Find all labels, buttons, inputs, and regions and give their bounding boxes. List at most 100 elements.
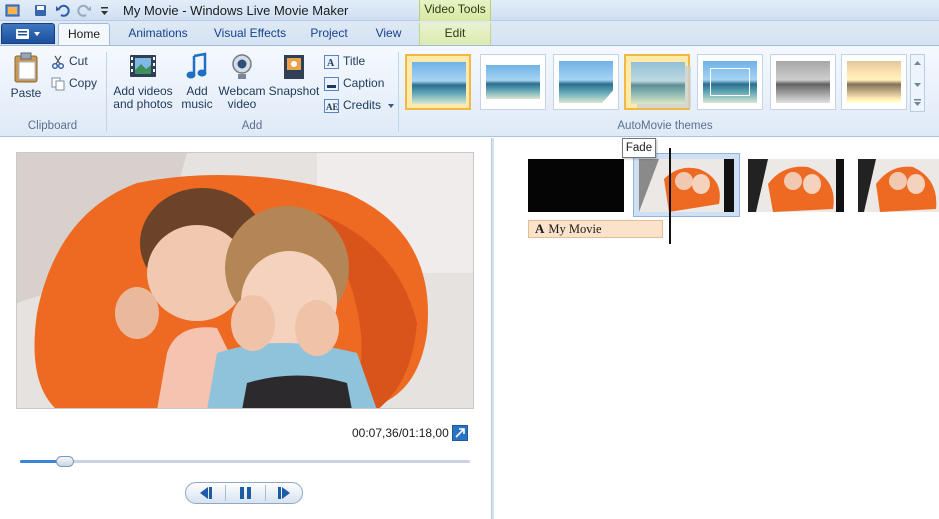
preview-pane: 00:07,36/01:18,00 — [0, 138, 491, 519]
timecode-readout: 00:07,36/01:18,00 — [352, 426, 449, 440]
clip-thumbnail — [858, 159, 939, 212]
add-music-label-2: music — [181, 97, 213, 111]
cut-label: Cut — [69, 54, 88, 68]
svg-text:AE: AE — [326, 102, 339, 112]
tab-edit[interactable]: Edit — [419, 23, 491, 45]
webcam-video-button[interactable]: Webcam video — [218, 52, 266, 111]
copy-button[interactable]: Copy — [51, 74, 97, 92]
redo-icon[interactable] — [77, 3, 92, 18]
theme-thumbnail — [776, 61, 830, 103]
gallery-scroll-arrows-icon — [914, 61, 921, 106]
title-bar: My Movie - Windows Live Movie Maker Vide… — [0, 0, 939, 21]
tab-visual-effects[interactable]: Visual Effects — [206, 23, 294, 45]
theme-thumbnail — [703, 61, 757, 103]
playback-controls — [185, 482, 303, 504]
save-icon[interactable] — [33, 3, 48, 18]
theme-thumbnail — [847, 61, 901, 103]
video-clip-2[interactable] — [748, 159, 844, 212]
scissors-icon — [52, 55, 64, 69]
undo-icon[interactable] — [55, 3, 70, 18]
video-clip-3[interactable] — [858, 159, 939, 212]
title-button[interactable]: A Title — [324, 52, 365, 70]
theme-cinematic[interactable] — [553, 54, 619, 110]
cut-button[interactable]: Cut — [51, 52, 88, 70]
add-videos-label-2: and photos — [113, 97, 173, 111]
caption-text: My Movie — [548, 222, 602, 236]
theme-thumbnail — [559, 61, 613, 103]
music-note-icon — [186, 52, 207, 79]
seek-thumb[interactable] — [56, 456, 74, 467]
next-frame-button[interactable] — [265, 483, 304, 503]
tab-home[interactable]: Home — [58, 23, 110, 45]
group-divider — [398, 52, 399, 132]
credits-button[interactable]: AE Credits — [324, 96, 399, 114]
copy-label: Copy — [69, 76, 98, 90]
tab-project[interactable]: Project — [303, 23, 355, 45]
themes-scroll-control[interactable] — [910, 54, 925, 112]
tab-view[interactable]: View — [366, 23, 411, 45]
theme-pan-zoom[interactable] — [697, 54, 763, 110]
title-icon: A — [324, 54, 339, 69]
window-title: My Movie - Windows Live Movie Maker — [123, 3, 349, 18]
title-clip[interactable] — [528, 159, 624, 212]
title-label: Title — [343, 54, 366, 68]
clip-thumbnail — [639, 159, 734, 212]
playhead[interactable] — [669, 148, 671, 244]
pause-icon — [240, 487, 251, 499]
copy-icon — [51, 77, 65, 91]
tab-animations[interactable]: Animations — [120, 23, 196, 45]
credits-icon: AE — [324, 98, 339, 113]
snapshot-icon — [284, 55, 304, 79]
video-tools-context-header: Video Tools — [419, 0, 491, 21]
svg-text:A: A — [327, 58, 335, 69]
caption-button[interactable]: Caption — [324, 74, 384, 92]
previous-frame-icon — [200, 487, 212, 499]
themes-group-label: AutoMovie themes — [617, 120, 713, 132]
caption-label: Caption — [343, 76, 385, 90]
paste-button[interactable]: Paste — [6, 52, 46, 100]
paste-label: Paste — [10, 86, 42, 100]
theme-thumbnail — [486, 61, 540, 103]
theme-sepia[interactable] — [841, 54, 907, 110]
next-frame-icon — [278, 487, 290, 499]
previous-frame-button[interactable] — [186, 483, 225, 503]
customize-qat-icon[interactable] — [97, 3, 112, 18]
ribbon-tab-row: Home Animations Visual Effects Project V… — [0, 21, 939, 45]
paste-icon — [14, 52, 38, 83]
caption-icon — [324, 76, 339, 91]
menu-icon — [16, 29, 40, 39]
add-videos-photos-button[interactable]: Add videos and photos — [111, 52, 175, 111]
webcam-icon — [232, 54, 252, 79]
add-music-button[interactable]: Add music — [177, 52, 217, 111]
snapshot-label: Snapshot — [268, 84, 320, 98]
theme-contemporary[interactable] — [480, 54, 546, 110]
preview-image — [17, 153, 473, 408]
transition-tooltip: Fade — [622, 138, 656, 158]
app-menu-button[interactable] — [1, 23, 55, 44]
chevron-down-icon — [388, 103, 395, 108]
clipboard-group-label: Clipboard — [27, 120, 78, 132]
theme-fade[interactable] — [624, 54, 690, 110]
theme-thumbnail — [412, 62, 466, 104]
app-icon — [5, 4, 20, 17]
fullscreen-button[interactable] — [452, 425, 468, 441]
storyboard: A My Movie Fade — [494, 138, 939, 519]
theme-default[interactable] — [405, 54, 471, 110]
expand-arrow-icon — [455, 428, 465, 438]
credits-label: Credits — [343, 98, 382, 112]
theme-thumbnail — [631, 62, 685, 104]
clip-thumbnail — [748, 159, 844, 212]
add-group-label: Add — [241, 120, 263, 132]
automovie-themes-gallery — [405, 54, 910, 112]
seek-bar[interactable] — [20, 460, 470, 463]
webcam-label-2: video — [227, 97, 257, 111]
theme-black-white[interactable] — [770, 54, 836, 110]
ribbon: Paste Cut Copy Clipboard Add videos and … — [0, 45, 939, 137]
video-preview[interactable] — [16, 152, 474, 409]
film-photo-icon — [130, 55, 156, 77]
video-clip-1[interactable] — [639, 159, 734, 212]
caption-overlay-bar[interactable]: A My Movie — [528, 220, 663, 238]
snapshot-button[interactable]: Snapshot — [267, 52, 321, 98]
caption-glyph: A — [535, 221, 545, 236]
pause-button[interactable] — [226, 483, 265, 503]
